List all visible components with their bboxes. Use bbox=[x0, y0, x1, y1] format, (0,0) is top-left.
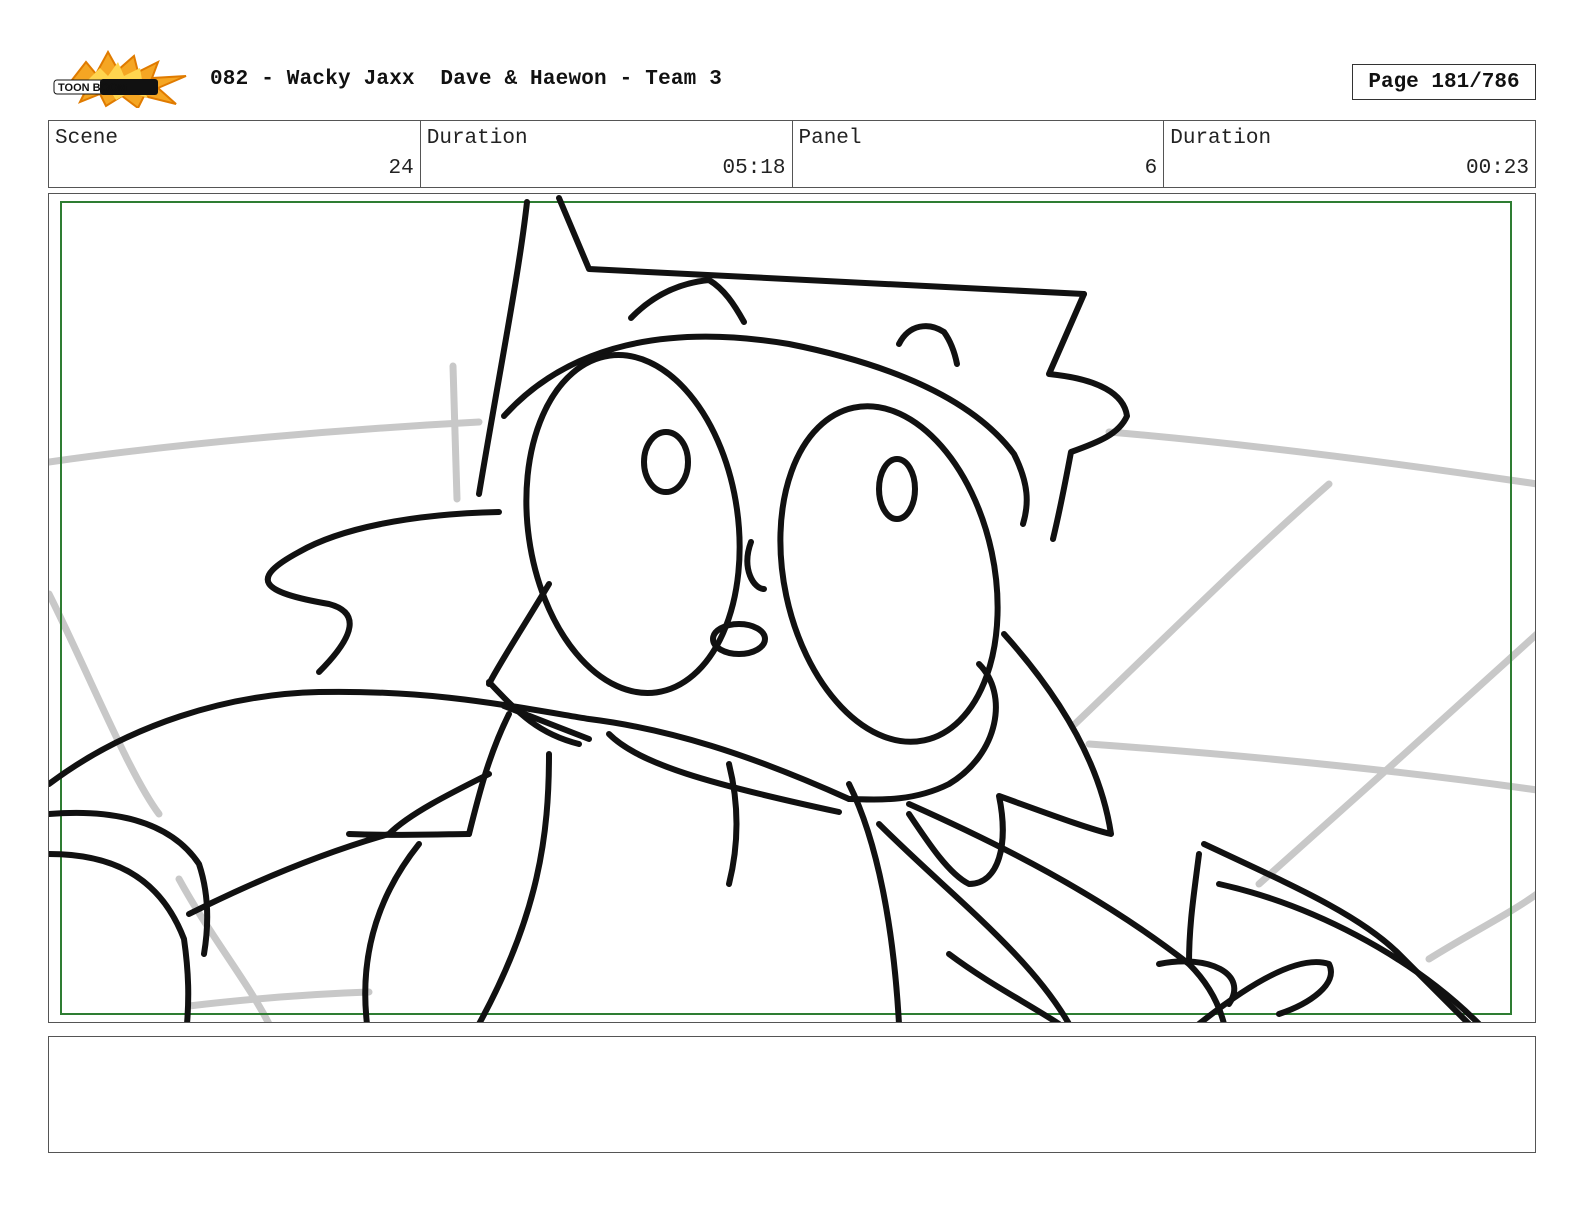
panel-sketch bbox=[49, 195, 1535, 1022]
scene-value: 24 bbox=[388, 157, 414, 180]
panel-label: Panel bbox=[798, 127, 862, 150]
logo-text: TOON BOOM bbox=[58, 82, 127, 94]
page-number: Page 181/786 bbox=[1352, 64, 1536, 100]
scene-cell: Scene 24 bbox=[49, 121, 421, 187]
panel-cell: Panel 6 bbox=[793, 121, 1165, 187]
panel-value: 6 bbox=[1144, 157, 1158, 180]
panel-duration-value: 00:23 bbox=[1465, 157, 1529, 180]
scene-duration-value: 05:18 bbox=[722, 157, 786, 180]
toonboom-logo: TOON BOOM bbox=[52, 49, 188, 110]
scene-label: Scene bbox=[55, 127, 119, 150]
safe-frame bbox=[60, 201, 1512, 1015]
panel-duration-label: Duration bbox=[1170, 127, 1272, 150]
scene-duration-cell: Duration 05:18 bbox=[421, 121, 793, 187]
storyboard-panel bbox=[48, 193, 1536, 1023]
scene-info-row: Scene 24 Duration 05:18 Panel 6 Duration… bbox=[48, 120, 1536, 188]
panel-duration-cell: Duration 00:23 bbox=[1164, 121, 1535, 187]
scene-duration-label: Duration bbox=[426, 127, 528, 150]
panel-notes bbox=[48, 1036, 1536, 1153]
document-title: 082 - Wacky Jaxx Dave & Haewon - Team 3 bbox=[210, 68, 723, 91]
